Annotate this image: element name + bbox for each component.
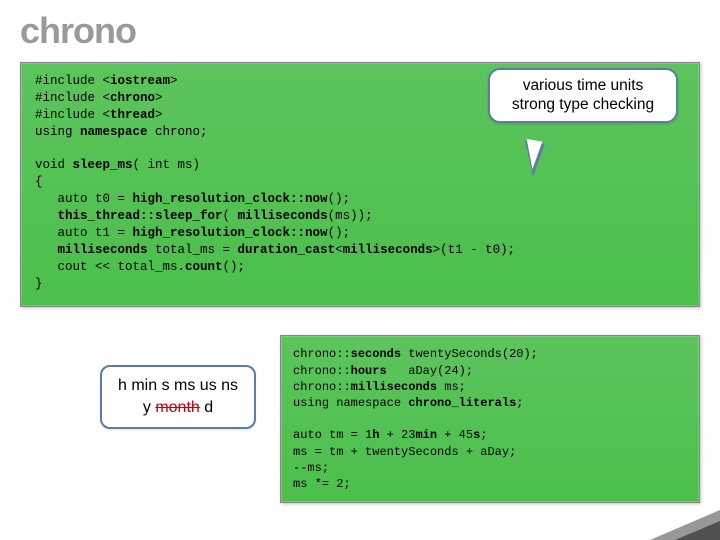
code-token: twentySeconds(20); [401,347,538,361]
code-token: > [170,74,178,88]
code-line: ms = tm + twentySeconds + aDay; [293,445,516,459]
code-line: #include < [35,108,110,122]
code-line: void [35,158,73,172]
code-token: > [155,108,163,122]
code-token: (); [328,226,351,240]
code-line [35,209,58,223]
code-line: ms *= 2; [293,477,351,491]
code-token: > [155,91,163,105]
code-token: ( [223,209,238,223]
callout-line: various time units [502,76,664,95]
code-token: + 45 [437,428,473,442]
code-token: ; [516,396,523,410]
code-line: auto t1 = [35,226,133,240]
code-token: chrono_literals [408,396,516,410]
code-token: chrono [110,91,155,105]
code-token: milliseconds [238,209,328,223]
code-token: (); [223,260,246,274]
units-strike: month [155,399,199,416]
code-line: } [35,277,43,291]
code-block-small: chrono::seconds twentySeconds(20); chron… [280,335,700,503]
code-token: < [335,243,343,257]
units-text: d [200,399,213,416]
code-line [35,243,58,257]
callout-line: strong type checking [502,95,664,114]
code-token: milliseconds [343,243,433,257]
code-token: aDay(24); [387,364,473,378]
code-line: chrono:: [293,347,351,361]
code-token: high_resolution_clock::now [133,192,328,206]
code-token: namespace [80,125,148,139]
code-line: #include < [35,91,110,105]
code-line: auto t0 = [35,192,133,206]
code-line: using [35,125,80,139]
code-token: >(t1 - t0); [433,243,516,257]
code-token: ms; [437,380,466,394]
code-token: duration_cast [238,243,336,257]
code-token: milliseconds [58,243,148,257]
code-line: { [35,175,43,189]
code-token: this_thread::sleep_for [58,209,223,223]
page-title: chrono [0,0,720,52]
units-line: h min s ms us ns [118,375,238,397]
corner-decor-icon [675,521,720,540]
code-token: count [185,260,223,274]
code-line: auto tm = 1 [293,428,372,442]
callout-box: various time units strong type checking [488,68,678,123]
code-token: thread [110,108,155,122]
code-token: seconds [351,347,401,361]
code-token: min [415,428,437,442]
units-line: y month d [118,397,238,419]
code-token: (ms)); [328,209,373,223]
bottom-row: h min s ms us ns y month d chrono::secon… [20,335,700,503]
code-line: chrono:: [293,364,351,378]
code-line: chrono:: [293,380,351,394]
units-box: h min s ms us ns y month d [100,365,256,428]
units-text: y [143,399,155,416]
code-line: cout << total_ms. [35,260,185,274]
code-token: + 23 [379,428,415,442]
code-token: total_ms = [148,243,238,257]
code-token: milliseconds [351,380,437,394]
code-token: (); [328,192,351,206]
code-line: --ms; [293,461,329,475]
code-line: #include < [35,74,110,88]
code-line: using namespace [293,396,408,410]
code-token: iostream [110,74,170,88]
code-token: chrono; [148,125,208,139]
code-token: hours [351,364,387,378]
code-token: sleep_ms [73,158,133,172]
code-token: ; [480,428,487,442]
code-token: high_resolution_clock::now [133,226,328,240]
code-token: ( int ms) [133,158,201,172]
